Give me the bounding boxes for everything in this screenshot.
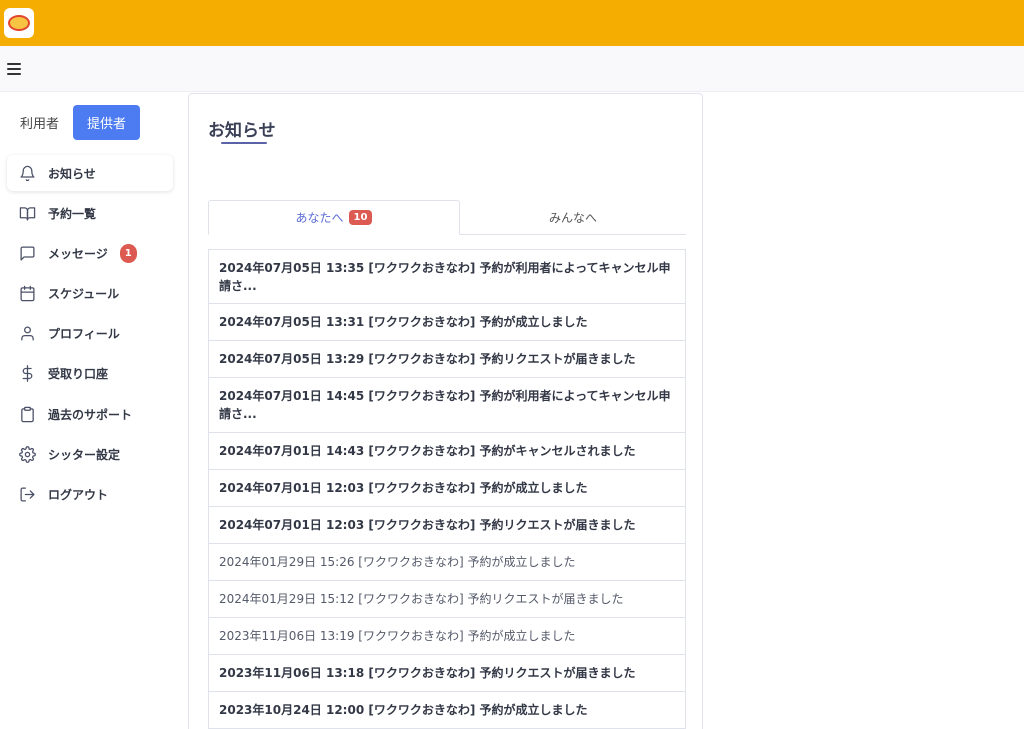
user-icon [19, 325, 36, 342]
message-count-badge: 1 [119, 243, 137, 263]
sidebar-item-label: スケジュール [48, 287, 120, 302]
list-item[interactable]: 2024年07月01日 14:45 [ワクワクおきなわ] 予約が利用者によってキ… [208, 378, 686, 433]
list-item[interactable]: 2024年07月05日 13:35 [ワクワクおきなわ] 予約が利用者によってキ… [208, 249, 686, 304]
title-underline [221, 142, 267, 144]
list-item[interactable]: 2024年07月05日 13:31 [ワクワクおきなわ] 予約が成立しました [208, 304, 686, 341]
notice-tabs: あなたへ 10 みんなへ [208, 200, 686, 235]
list-item[interactable]: 2023年11月06日 13:19 [ワクワクおきなわ] 予約が成立しました [208, 618, 686, 655]
sidebar-item-label: プロフィール [48, 327, 120, 342]
role-provider-button[interactable]: 提供者 [73, 105, 141, 140]
gear-icon [19, 445, 36, 463]
list-item[interactable]: 2024年07月01日 12:03 [ワクワクおきなわ] 予約が成立しました [208, 470, 686, 507]
sidebar-item-label: メッセージ [48, 246, 108, 261]
sidebar-item-messages[interactable]: メッセージ 1 [7, 235, 173, 271]
book-icon [19, 205, 36, 222]
calendar-icon [19, 285, 36, 302]
sidebar-item-account[interactable]: 受取り口座 [7, 356, 173, 392]
page-title: お知らせ [208, 121, 276, 141]
tab-for-you[interactable]: あなたへ 10 [208, 200, 460, 235]
tab-label: みんなへ [548, 211, 597, 225]
sidebar-item-notices[interactable]: お知らせ [7, 155, 173, 191]
hamburger-menu-icon[interactable] [7, 63, 21, 75]
list-item[interactable]: 2024年07月01日 14:43 [ワクワクおきなわ] 予約がキャンセルされま… [208, 433, 686, 470]
list-item[interactable]: 2023年11月06日 13:18 [ワクワクおきなわ] 予約リクエストが届きま… [208, 655, 686, 692]
sidebar-item-label: ログアウト [48, 488, 109, 502]
tab-label: あなたへ [295, 211, 344, 225]
sidebar-item-reservations[interactable]: 予約一覧 [7, 195, 173, 231]
sidebar-item-label: 過去のサポート [48, 407, 133, 422]
notice-list: 2024年07月05日 13:35 [ワクワクおきなわ] 予約が利用者によってキ… [208, 249, 686, 729]
sub-header-bar [0, 46, 1024, 92]
sidebar-item-label: 受取り口座 [48, 367, 109, 382]
tab-for-everyone[interactable]: みんなへ [460, 200, 686, 235]
clipboard-icon [19, 406, 36, 423]
top-header-bar [0, 0, 1024, 46]
list-item[interactable]: 2023年10月24日 12:00 [ワクワクおきなわ] 予約が成立しました [208, 692, 686, 729]
sidebar-item-sitter-settings[interactable]: シッター設定 [7, 436, 173, 472]
notices-card: お知らせ あなたへ 10 みんなへ 2024年07月05日 13:35 [ワクワ… [188, 93, 703, 729]
sidebar-nav: お知らせ 予約一覧 メッセージ 1 スケジュール プロフィール 受取り口座 過去… [7, 155, 173, 517]
sidebar-item-profile[interactable]: プロフィール [7, 316, 173, 352]
sidebar-item-label: お知らせ [48, 166, 96, 181]
role-switch: 利用者 提供者 [20, 105, 141, 140]
sidebar-item-past-support[interactable]: 過去のサポート [7, 396, 173, 432]
bell-icon [19, 165, 36, 182]
list-item[interactable]: 2024年01月29日 15:12 [ワクワクおきなわ] 予約リクエストが届きま… [208, 581, 686, 618]
message-icon [19, 245, 36, 262]
sidebar-item-logout[interactable]: ログアウト [7, 477, 173, 513]
logout-icon [19, 486, 36, 503]
sidebar-item-label: シッター設定 [48, 447, 121, 462]
role-user-tab[interactable]: 利用者 [20, 113, 59, 132]
sidebar: 利用者 提供者 お知らせ 予約一覧 メッセージ 1 スケジュール プロフィール … [0, 92, 180, 729]
sidebar-item-schedule[interactable]: スケジュール [7, 276, 173, 312]
sidebar-item-label: 予約一覧 [48, 206, 97, 221]
wakuwaku-logo-icon[interactable] [4, 8, 34, 38]
unread-count-badge: 10 [348, 210, 373, 225]
list-item[interactable]: 2024年07月05日 13:29 [ワクワクおきなわ] 予約リクエストが届きま… [208, 341, 686, 378]
list-item[interactable]: 2024年07月01日 12:03 [ワクワクおきなわ] 予約リクエストが届きま… [208, 507, 686, 544]
list-item[interactable]: 2024年01月29日 15:26 [ワクワクおきなわ] 予約が成立しました [208, 544, 686, 581]
dollar-icon [19, 365, 36, 383]
